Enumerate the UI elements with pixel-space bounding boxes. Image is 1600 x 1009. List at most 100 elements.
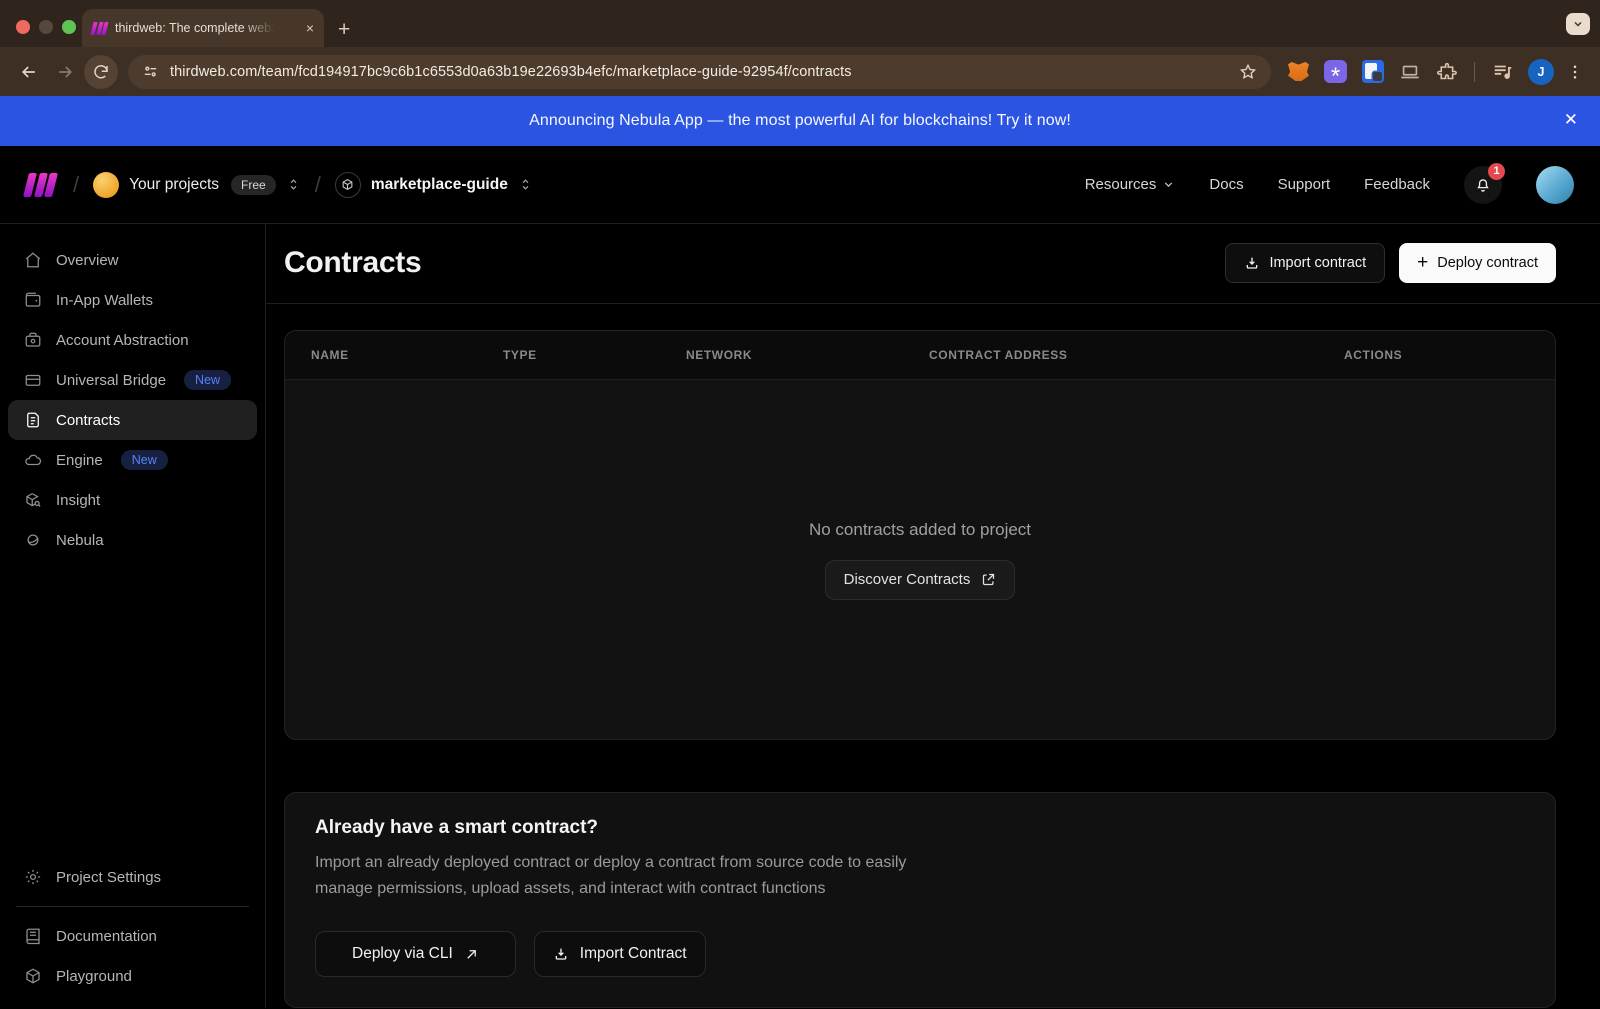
book-icon xyxy=(24,927,42,945)
cube-icon xyxy=(24,967,42,985)
project-name[interactable]: marketplace-guide xyxy=(371,176,508,194)
empty-state-text: No contracts added to project xyxy=(809,520,1031,540)
plus-icon: + xyxy=(1417,252,1428,274)
contracts-table-card: NAME TYPE NETWORK CONTRACT ADDRESS ACTIO… xyxy=(284,330,1556,740)
bookmark-star-icon[interactable] xyxy=(1239,63,1257,81)
project-switcher-icon[interactable] xyxy=(518,177,533,192)
breadcrumb-separator: / xyxy=(73,172,79,198)
planet-icon xyxy=(24,531,42,549)
laptop-icon[interactable] xyxy=(1397,59,1422,84)
column-type: TYPE xyxy=(503,348,686,362)
sidebar-item-account-abstraction[interactable]: Account Abstraction xyxy=(8,320,257,360)
browser-tab[interactable]: thirdweb: The complete web3 × xyxy=(82,9,324,47)
reload-icon[interactable] xyxy=(84,55,118,89)
team-switcher-icon[interactable] xyxy=(286,177,301,192)
banner-close-icon[interactable]: ✕ xyxy=(1564,110,1578,130)
nav-resources[interactable]: Resources xyxy=(1085,176,1176,193)
window-minimize-button[interactable] xyxy=(39,20,53,34)
announcement-text[interactable]: Announcing Nebula App — the most powerfu… xyxy=(529,112,1071,130)
tab-close-icon[interactable]: × xyxy=(306,21,314,35)
site-settings-icon[interactable] xyxy=(142,63,159,80)
extensions-puzzle-icon[interactable] xyxy=(1434,59,1459,84)
nav-docs[interactable]: Docs xyxy=(1209,176,1243,193)
file-text-icon xyxy=(24,411,42,429)
plan-badge: Free xyxy=(231,175,276,195)
main-content: Contracts Import contract + Deploy contr… xyxy=(266,224,1600,1008)
sidebar-item-engine[interactable]: Engine New xyxy=(8,440,257,480)
sidebar-item-documentation[interactable]: Documentation xyxy=(8,916,257,956)
new-tab-button[interactable]: + xyxy=(338,19,350,40)
tab-title: thirdweb: The complete web3 xyxy=(115,21,275,35)
download-icon xyxy=(1244,255,1260,271)
notification-count-badge: 1 xyxy=(1488,163,1505,180)
sidebar-item-universal-bridge[interactable]: Universal Bridge New xyxy=(8,360,257,400)
thirdweb-favicon xyxy=(90,22,108,35)
table-header-row: NAME TYPE NETWORK CONTRACT ADDRESS ACTIO… xyxy=(285,331,1555,380)
app-header: / Your projects Free / marketplace-guide… xyxy=(0,146,1600,224)
promo-description: Import an already deployed contract or d… xyxy=(315,850,1015,902)
promo-card: Already have a smart contract? Import an… xyxy=(284,792,1556,1008)
thirdweb-logo[interactable] xyxy=(23,173,58,197)
window-controls xyxy=(16,20,76,34)
breadcrumb-separator: / xyxy=(315,172,321,198)
sidebar-item-in-app-wallets[interactable]: In-App Wallets xyxy=(8,280,257,320)
browser-menu-icon[interactable] xyxy=(1566,63,1584,81)
url-bar[interactable]: thirdweb.com/team/fcd194917bc9c6b1c6553d… xyxy=(128,55,1271,89)
window-zoom-button[interactable] xyxy=(62,20,76,34)
import-contract-promo-button[interactable]: Import Contract xyxy=(534,931,706,977)
nav-feedback[interactable]: Feedback xyxy=(1364,176,1430,193)
metamask-extension-icon[interactable] xyxy=(1286,59,1311,84)
column-network: NETWORK xyxy=(686,348,929,362)
announcement-banner[interactable]: Announcing Nebula App — the most powerfu… xyxy=(0,96,1600,146)
cloud-icon xyxy=(24,451,42,469)
sidebar-item-playground[interactable]: Playground xyxy=(8,956,257,996)
shield-extension-icon[interactable] xyxy=(1360,59,1385,84)
back-icon[interactable] xyxy=(12,55,46,89)
new-badge: New xyxy=(121,450,168,470)
forward-icon xyxy=(48,55,82,89)
sidebar-item-project-settings[interactable]: Project Settings xyxy=(8,857,257,897)
column-name: NAME xyxy=(311,348,503,362)
column-actions: ACTIONS xyxy=(1344,348,1529,362)
purple-extension-icon[interactable]: * xyxy=(1323,59,1348,84)
url-text[interactable]: thirdweb.com/team/fcd194917bc9c6b1c6553d… xyxy=(170,64,852,80)
card-icon xyxy=(24,371,42,389)
external-link-icon xyxy=(981,572,996,587)
window-close-button[interactable] xyxy=(16,20,30,34)
bell-icon xyxy=(1474,176,1492,194)
vault-icon xyxy=(24,331,42,349)
team-name[interactable]: Your projects xyxy=(129,176,219,194)
browser-tab-strip: thirdweb: The complete web3 × + xyxy=(0,0,1600,47)
table-empty-state: No contracts added to project Discover C… xyxy=(285,380,1555,739)
sidebar-item-contracts[interactable]: Contracts xyxy=(8,400,257,440)
page-title: Contracts xyxy=(284,246,421,280)
sidebar-item-insight[interactable]: Insight xyxy=(8,480,257,520)
home-icon xyxy=(24,251,42,269)
arrow-up-right-icon xyxy=(464,947,479,962)
discover-contracts-button[interactable]: Discover Contracts xyxy=(825,560,1016,600)
media-queue-icon[interactable] xyxy=(1490,59,1515,84)
wallet-icon xyxy=(24,291,42,309)
user-avatar[interactable] xyxy=(1536,166,1574,204)
sidebar-item-overview[interactable]: Overview xyxy=(8,240,257,280)
deploy-via-cli-button[interactable]: Deploy via CLI xyxy=(315,931,516,977)
browser-profile-avatar[interactable]: J xyxy=(1528,59,1554,85)
new-badge: New xyxy=(184,370,231,390)
chevron-down-icon xyxy=(1162,178,1175,191)
team-avatar[interactable] xyxy=(93,172,119,198)
notifications-button[interactable]: 1 xyxy=(1464,166,1502,204)
column-contract-address: CONTRACT ADDRESS xyxy=(929,348,1344,362)
deploy-contract-button[interactable]: + Deploy contract xyxy=(1399,243,1556,283)
sidebar: Overview In-App Wallets Account Abstract… xyxy=(0,224,266,1008)
sidebar-item-nebula[interactable]: Nebula xyxy=(8,520,257,560)
package-search-icon xyxy=(24,491,42,509)
import-contract-button[interactable]: Import contract xyxy=(1225,243,1385,283)
gear-icon xyxy=(24,868,42,886)
nav-support[interactable]: Support xyxy=(1278,176,1331,193)
browser-toolbar: thirdweb.com/team/fcd194917bc9c6b1c6553d… xyxy=(0,47,1600,96)
promo-title: Already have a smart contract? xyxy=(315,817,1525,839)
tab-search-chevron-icon[interactable] xyxy=(1566,13,1590,35)
toolbar-divider xyxy=(1474,62,1475,82)
project-cube-icon xyxy=(335,172,361,198)
sidebar-divider xyxy=(16,906,249,907)
